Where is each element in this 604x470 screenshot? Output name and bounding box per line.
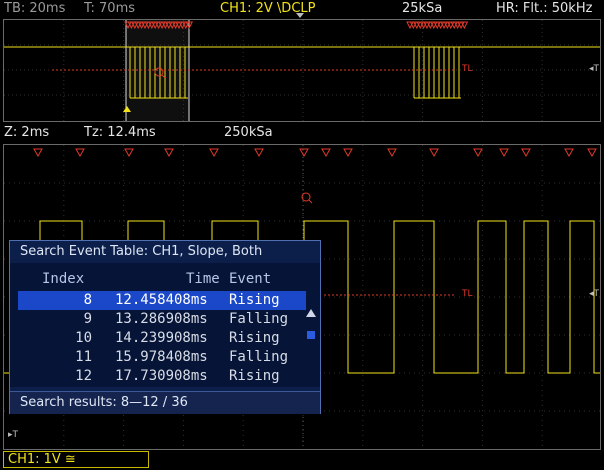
column-header-index: Index	[42, 271, 85, 287]
row-event: Falling	[229, 311, 289, 327]
high-res-filter-label: HR: Flt.: 50kHz	[496, 1, 593, 16]
table-row[interactable]: 12 17.730908ms Rising	[18, 367, 306, 386]
row-event: Rising	[229, 330, 280, 346]
overview-waveform-panel[interactable]: TL ◂T	[3, 19, 601, 122]
table-row[interactable]: 9 13.286908ms Falling	[18, 310, 306, 329]
row-event: Rising	[229, 368, 280, 384]
overview-trigger-arrow: ◂T	[589, 64, 600, 74]
row-index: 9	[83, 311, 92, 327]
column-header-time: Time	[186, 271, 220, 287]
overview-trigger-level-tag: TL	[462, 64, 473, 74]
row-event: Rising	[229, 292, 280, 308]
search-results-summary: Search results: 8—12 / 36	[20, 395, 188, 410]
table-row[interactable]: 11 15.978408ms Falling	[18, 348, 306, 367]
table-row[interactable]: 10 14.239908ms Rising	[18, 329, 306, 348]
zoom-bottom-trigger-marker: ▸T	[8, 430, 19, 440]
row-index: 10	[75, 330, 92, 346]
channel1-status-label: CH1: 1V ≅	[8, 452, 76, 467]
zoom-time-label: Tz: 12.4ms	[84, 125, 156, 140]
trigger-time-label: T: 70ms	[84, 1, 136, 16]
timebase-label: TB: 20ms	[4, 1, 66, 16]
column-header-event: Event	[229, 271, 272, 287]
row-time: 13.286908ms	[115, 311, 208, 327]
row-time: 15.978408ms	[115, 349, 208, 365]
row-index: 11	[75, 349, 92, 365]
zoom-trigger-level-tag: TL	[462, 289, 473, 299]
table-row[interactable]: 8 12.458408ms Rising	[18, 291, 306, 310]
row-index: 8	[83, 292, 92, 308]
dialog-title: Search Event Table: CH1, Slope, Both	[20, 244, 263, 259]
sample-rate-label: 25kSa	[402, 1, 443, 16]
overview-waveform-svg	[4, 20, 600, 121]
up-arrow-icon[interactable]	[306, 309, 316, 317]
zoom-sample-rate-label: 250kSa	[224, 125, 273, 140]
row-time: 17.730908ms	[115, 368, 208, 384]
event-table[interactable]: Index Time Event 8 12.458408ms Rising 9 13.2…	[10, 263, 320, 403]
zoom-timebase-label: Z: 2ms	[4, 125, 50, 140]
scroll-thumb[interactable]	[307, 331, 315, 339]
row-index: 12	[75, 368, 92, 384]
search-event-table-dialog[interactable]: Search Event Table: CH1, Slope, Both Ind…	[9, 240, 321, 414]
trigger-position-icon	[296, 13, 304, 18]
dialog-footer: Search results: 8—12 / 36	[10, 391, 320, 414]
row-time: 12.458408ms	[115, 292, 208, 308]
row-event: Falling	[229, 349, 289, 365]
zoom-trigger-arrow: ◂T	[589, 289, 600, 299]
row-time: 14.239908ms	[115, 330, 208, 346]
channel1-status-badge[interactable]: CH1: 1V ≅	[3, 451, 149, 468]
